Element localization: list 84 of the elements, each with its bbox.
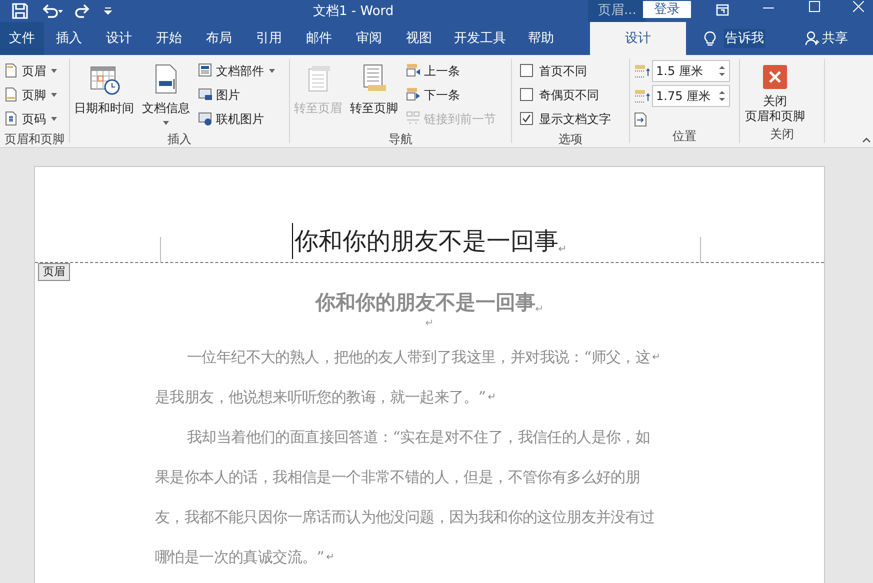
ribbon-tab[interactable]: 布局: [194, 22, 244, 55]
window-title: 文档1 - Word: [313, 3, 394, 21]
close-icon[interactable]: [853, 1, 864, 12]
ribbon-tab[interactable]: 帮助: [516, 22, 566, 55]
group-label: 关闭: [770, 126, 794, 143]
ribbon-button[interactable]: 图片: [198, 83, 275, 106]
page-icon: [4, 87, 19, 102]
ribbon-button[interactable]: 文档部件: [198, 59, 275, 82]
arrow-icon: [406, 63, 421, 78]
header-tag: 页眉: [38, 263, 70, 281]
ribbon-button[interactable]: 页脚: [4, 83, 57, 106]
ribbon-display-icon[interactable]: [716, 4, 729, 16]
body-text-line: 我却当着他们的面直接回答道：“实在是对不住了，我信任的人是你，如: [187, 426, 650, 448]
maximize-icon[interactable]: [809, 1, 820, 12]
group-label: 页眉和页脚: [4, 131, 64, 148]
paragraph-mark: ↵: [558, 243, 567, 257]
ribbon-button[interactable]: 联机图片: [198, 107, 275, 130]
checkbox-label: 奇偶页不同: [539, 86, 599, 104]
person-icon: [805, 31, 819, 46]
share-button[interactable]: 共享: [822, 28, 848, 48]
checkbox-label: 显示文档文字: [539, 110, 611, 128]
redo-icon[interactable]: [74, 4, 90, 18]
lightbulb-icon: [704, 30, 716, 46]
ribbon-tab[interactable]: 开始: [144, 22, 194, 55]
ribbon-button[interactable]: 日期和时间: [74, 59, 134, 117]
minimize-icon[interactable]: [763, 7, 774, 9]
spin-arrows-icon[interactable]: [719, 65, 725, 77]
checkbox-label: 首页不同: [539, 62, 587, 80]
body-text-line: 一位年纪不大的熟人，把他的友人带到了我这里，并对我说：“师父，这: [187, 346, 650, 368]
ribbon-button[interactable]: 页码: [4, 107, 57, 130]
ribbon-button[interactable]: 页眉: [4, 59, 57, 82]
sign-in-button[interactable]: 登录: [643, 1, 691, 18]
context-tab-label: 页眉...: [588, 0, 646, 22]
ribbon-tab[interactable]: 开发工具: [444, 22, 516, 55]
group-label: 选项: [558, 131, 582, 148]
paragraph-mark: ↵: [535, 303, 544, 317]
close-header-footer-button[interactable]: 关闭 页眉和页脚: [744, 59, 806, 124]
spin-arrows-icon[interactable]: [719, 90, 725, 102]
save-icon[interactable]: [12, 3, 28, 19]
ribbon-tab[interactable]: 审阅: [344, 22, 394, 55]
ribbon-button[interactable]: 文档信息: [142, 59, 190, 125]
document-heading: 你和你的朋友不是一回事: [315, 289, 536, 316]
paragraph-mark: ↵: [652, 350, 660, 364]
paragraph-mark: ↵: [488, 390, 496, 404]
collapse-ribbon-icon[interactable]: [862, 137, 871, 143]
document-icon: [198, 63, 213, 78]
ribbon-tab[interactable]: 引用: [244, 22, 294, 55]
ribbon-tab[interactable]: 视图: [394, 22, 444, 55]
undo-icon[interactable]: [42, 4, 64, 18]
ribbon-tab[interactable]: 设计: [590, 22, 686, 55]
header-text[interactable]: 你和你的朋友不是一回事: [292, 223, 558, 259]
body-text-line: 果是你本人的话，我相信是一个非常不错的人，但是，不管你有多么好的朋: [155, 466, 640, 488]
ribbon-tab[interactable]: 邮件: [294, 22, 344, 55]
page-icon: [4, 63, 19, 78]
paragraph-mark: ↵: [326, 550, 334, 564]
ribbon-tab[interactable]: 设计: [94, 22, 144, 55]
margin-icon: [634, 89, 650, 103]
arrow-icon: [406, 87, 421, 102]
close-icon: [763, 65, 787, 89]
link-icon: [406, 111, 421, 126]
group-label: 插入: [168, 131, 192, 148]
insert-alignment-tab-icon[interactable]: [634, 112, 647, 127]
margin-icon: [634, 64, 650, 78]
tell-me-button[interactable]: 告诉我: [724, 28, 765, 48]
customize-icon[interactable]: [104, 7, 112, 15]
picture-icon: [198, 111, 213, 126]
spinner-field[interactable]: 1.5 厘米: [652, 60, 730, 82]
body-text-line: 哪怕是一次的真诚交流。”: [155, 546, 324, 568]
group-label: 导航: [388, 131, 412, 148]
spinner-field[interactable]: 1.75 厘米: [652, 85, 730, 107]
checkbox[interactable]: [520, 112, 533, 125]
ribbon-button[interactable]: 转至页脚: [350, 59, 398, 117]
checkbox[interactable]: [520, 64, 533, 77]
ribbon-button[interactable]: 上一条: [406, 59, 496, 82]
page-icon: [4, 111, 19, 126]
checkbox[interactable]: [520, 88, 533, 101]
ribbon-tab[interactable]: 文件: [0, 22, 44, 55]
body-text-line: 友，我都不能只因你一席话而认为他没问题，因为我和你的这位朋友并没有过: [155, 506, 655, 528]
ribbon-tab[interactable]: 插入: [44, 22, 94, 55]
body-text-line: 是我朋友，他说想来听听您的教诲，就一起来了。”: [155, 386, 486, 408]
group-label: 位置: [672, 128, 696, 145]
ribbon-button[interactable]: 下一条: [406, 83, 496, 106]
paragraph-mark: ↵: [425, 317, 434, 331]
picture-icon: [198, 87, 213, 102]
